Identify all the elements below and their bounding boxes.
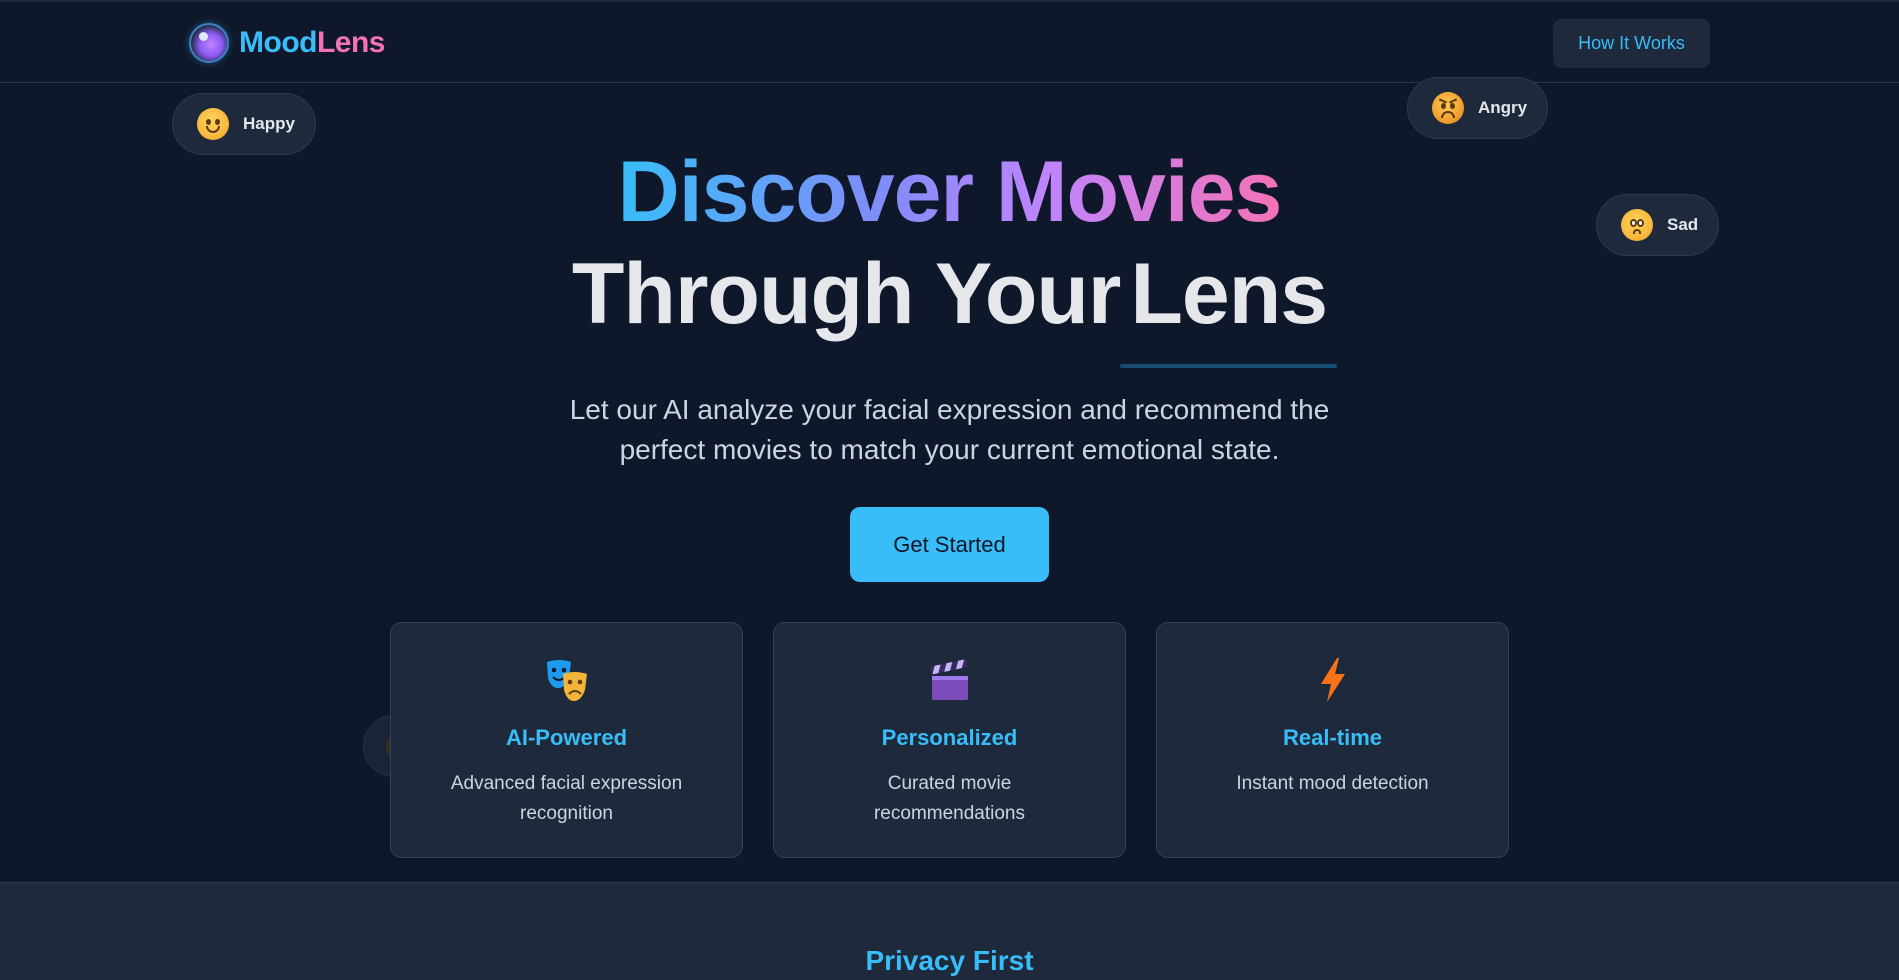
feature-title: Personalized	[881, 725, 1018, 750]
mood-chip-label: Happy	[243, 114, 295, 133]
hero-title-line2-text: Through Your	[571, 246, 1122, 342]
privacy-title: Privacy First	[865, 945, 1034, 976]
hero-subtitle-line1: Let our AI analyze your facial expressio…	[569, 394, 1330, 425]
hero-title-highlight: Lens	[1120, 246, 1337, 368]
hero-subtitle-line2: perfect movies to match your current emo…	[619, 434, 1280, 465]
feature-title: Real-time	[1282, 725, 1383, 750]
theater-masks-icon	[391, 655, 742, 705]
feature-description-line2: recognition	[520, 803, 613, 824]
feature-card-real-time: Real-time Instant mood detection	[1156, 622, 1509, 858]
mood-chip-angry: Angry	[1407, 77, 1549, 139]
brand-logo[interactable]: MoodLens	[189, 23, 386, 63]
hero-title-line1: Discover Movies	[618, 140, 1283, 244]
privacy-section: Privacy First	[0, 882, 1899, 980]
how-it-works-button[interactable]: How It Works	[1553, 19, 1710, 68]
feature-description-line1: Advanced facial expression	[450, 773, 683, 794]
logo-lens-icon	[189, 23, 229, 63]
mood-chip-label: Angry	[1478, 98, 1528, 117]
feature-description-line1: Instant mood detection	[1236, 773, 1429, 794]
brand-name: MoodLens	[239, 26, 386, 60]
brand-name-part1: Mood	[239, 26, 317, 59]
get-started-button[interactable]: Get Started	[850, 507, 1049, 582]
feature-card-ai-powered: AI-Powered Advanced facial expression re…	[390, 622, 743, 858]
hero-title-line2: Through Your Lens	[0, 244, 1899, 368]
angry-face-icon	[1432, 92, 1464, 124]
feature-card-personalized: Personalized Curated movie recommendatio…	[773, 622, 1126, 858]
hero-section: Discover Movies Through Your Lens Let our…	[0, 140, 1899, 470]
brand-name-part2: Lens	[316, 26, 386, 59]
happy-face-icon	[197, 108, 229, 140]
feature-description: Advanced facial expression recognition	[421, 769, 712, 829]
top-navbar: MoodLens How It Works	[0, 0, 1899, 83]
feature-description: Curated movie recommendations	[804, 769, 1095, 829]
feature-description-line2: recommendations	[873, 803, 1026, 824]
lightning-icon	[1157, 655, 1508, 705]
hero-subtitle: Let our AI analyze your facial expressio…	[520, 390, 1380, 470]
feature-title: AI-Powered	[505, 725, 628, 750]
feature-description: Instant mood detection	[1187, 769, 1478, 799]
feature-description-line1: Curated movie	[887, 773, 1012, 794]
clapperboard-icon	[774, 655, 1125, 705]
